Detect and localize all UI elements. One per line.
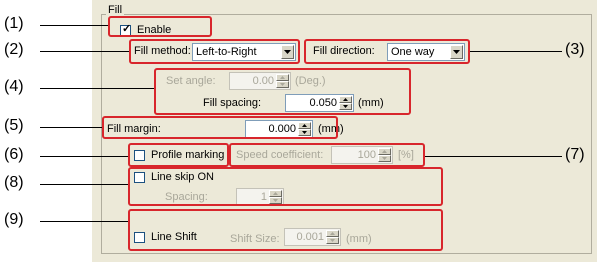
callout-1: (1) (4, 15, 24, 32)
callout-8: (8) (4, 174, 24, 191)
callout-6-leader (40, 156, 128, 157)
callout-3-leader (470, 51, 562, 52)
callout-5-leader (40, 127, 102, 128)
highlight-box-1 (108, 16, 212, 37)
callout-5: (5) (4, 117, 24, 134)
highlight-box-8 (128, 167, 443, 206)
highlight-box-7 (229, 143, 425, 167)
callout-2: (2) (4, 41, 24, 58)
callout-7-leader (425, 156, 562, 157)
callout-7: (7) (565, 146, 585, 163)
callout-1-leader (40, 25, 108, 26)
highlight-box-9 (128, 209, 443, 251)
callout-9-leader (40, 221, 128, 222)
highlight-box-3 (304, 39, 470, 64)
callout-4: (4) (4, 78, 24, 95)
callout-3: (3) (565, 41, 585, 58)
callout-8-leader (40, 184, 128, 185)
highlight-box-2 (129, 39, 300, 64)
highlight-box-6 (128, 143, 229, 167)
callout-9: (9) (4, 211, 24, 228)
callout-6: (6) (4, 146, 24, 163)
highlight-box-4 (154, 68, 411, 115)
callout-4-leader (40, 88, 154, 89)
highlight-box-5 (102, 116, 338, 139)
callout-2-leader (40, 51, 130, 52)
